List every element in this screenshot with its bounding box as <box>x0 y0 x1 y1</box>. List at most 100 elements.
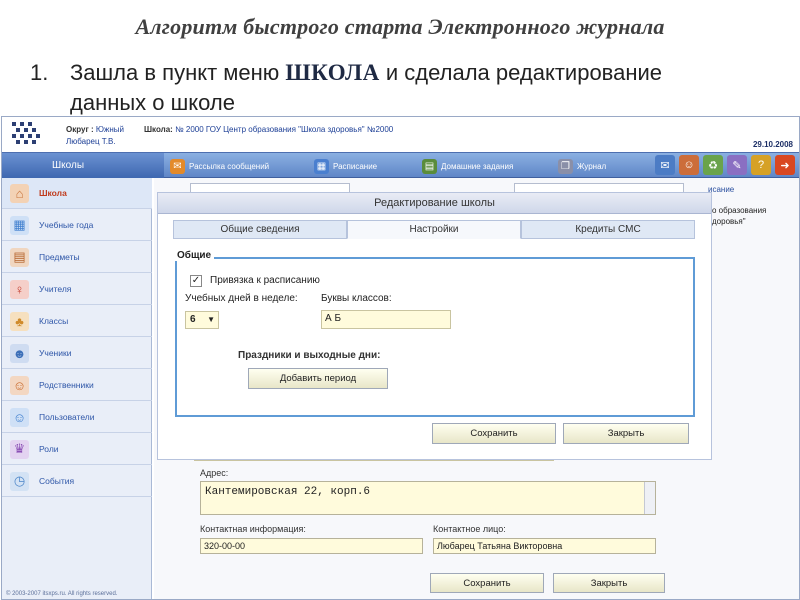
slide-step-text: 1. Зашла в пункт меню ШКОЛА и сделала ред… <box>30 58 770 118</box>
logo-dot <box>28 122 32 126</box>
dialog-tabs: Общие сведения Настройки Кредиты СМС <box>173 220 695 239</box>
tab-settings[interactable]: Настройки <box>347 220 521 239</box>
okrug-label: Округ : <box>66 125 94 134</box>
school-label: Школа: <box>144 125 173 134</box>
edit-school-dialog: Редактирование школы Общие сведения Наст… <box>157 192 712 460</box>
journal-icon: ❐ <box>558 158 573 174</box>
roles-icon: ♛ <box>10 439 29 459</box>
close-button[interactable]: Закрыть <box>553 573 665 593</box>
sidebar-item-subjects[interactable]: ▤ Предметы <box>2 242 152 273</box>
sidebar-item-label: Ученики <box>39 348 72 358</box>
days-value: 6 <box>190 314 196 325</box>
school-icon: ⌂ <box>10 183 29 203</box>
letters-label: Буквы классов: <box>321 293 392 304</box>
teacher-icon: ♀ <box>10 279 29 299</box>
textarea-scrollbar[interactable] <box>644 482 655 514</box>
nav-item-label: Расписание <box>333 161 378 171</box>
logo-dot <box>24 128 28 132</box>
step-text-after: и сделала редактирование <box>385 60 663 85</box>
envelope-icon: ✉ <box>170 158 185 174</box>
save-button[interactable]: Сохранить <box>430 573 544 593</box>
contact-person-field[interactable]: Любарец Татьяна Викторовна <box>433 538 656 554</box>
dialog-save-button[interactable]: Сохранить <box>432 423 556 444</box>
exit-icon[interactable]: ➜ <box>775 155 795 175</box>
slide-title: Алгоритм быстрого старта Электронного жу… <box>135 14 665 39</box>
step-number: 1. <box>30 60 49 85</box>
bg-column-text: о образования <box>712 206 767 215</box>
sidebar-item-label: Пользователи <box>39 412 95 422</box>
help-icon[interactable]: ? <box>751 155 771 175</box>
events-icon: ◷ <box>10 471 29 491</box>
nav-item-messages[interactable]: ✉ Рассылка сообщений <box>170 157 269 175</box>
days-select[interactable]: 6 ▼ <box>185 311 219 329</box>
contact-info-label: Контактная информация: <box>200 524 306 534</box>
sidebar-item-label: Учебные года <box>39 220 94 230</box>
logo-dot <box>28 134 32 138</box>
sidebar-item-school[interactable]: ⌂ Школа <box>2 178 152 209</box>
sidebar-item-classes[interactable]: ♣ Классы <box>2 306 152 337</box>
copyright: © 2003-2007 itsxps.ru. All rights reserv… <box>6 591 118 597</box>
dialog-title: Редактирование школы <box>158 193 711 214</box>
logo-dot <box>20 122 24 126</box>
books-icon: ▤ <box>10 247 29 267</box>
users-icon[interactable]: ☺ <box>679 155 699 175</box>
logo-dot <box>32 140 36 144</box>
tab-sms-credits[interactable]: Кредиты СМС <box>521 220 695 239</box>
contact-info-field[interactable]: 320-00-00 <box>200 538 423 554</box>
okrug-info: Округ : Южный <box>66 125 124 134</box>
bg-column-text: доровья" <box>712 217 746 226</box>
sidebar-item-users[interactable]: ☺ Пользователи <box>2 402 152 433</box>
nav-item-homework[interactable]: ▤ Домашние задания <box>422 157 513 175</box>
nav-item-journal[interactable]: ❐ Журнал <box>558 157 606 175</box>
mail-icon[interactable]: ✉ <box>655 155 675 175</box>
letters-field[interactable]: А Б <box>321 310 451 329</box>
nav-item-label: Журнал <box>577 161 607 171</box>
student-icon: ☻ <box>10 343 29 363</box>
sidebar: ⌂ Школа ▦ Учебные года ▤ Предметы ♀ Учит… <box>2 178 152 599</box>
contact-person-label: Контактное лицо: <box>433 524 506 534</box>
school-value: № 2000 ГОУ Центр образования "Школа здор… <box>175 125 394 134</box>
school-info: Школа: № 2000 ГОУ Центр образования "Шко… <box>144 125 393 134</box>
address-field[interactable]: Кантемировская 22, корп.6 <box>200 481 656 515</box>
nav-item-schedule[interactable]: ▦ Расписание <box>314 157 377 175</box>
sidebar-item-events[interactable]: ◷ События <box>2 466 152 497</box>
logo-dot <box>36 134 40 138</box>
trash-icon[interactable]: ♻ <box>703 155 723 175</box>
nav-item-label: Домашние задания <box>441 161 514 171</box>
sidebar-item-roles[interactable]: ♛ Роли <box>2 434 152 465</box>
step-text-before: Зашла в пункт меню <box>70 60 280 85</box>
sidebar-item-years[interactable]: ▦ Учебные года <box>2 210 152 241</box>
schedule-checkbox[interactable]: ✓ <box>190 275 202 287</box>
sidebar-item-label: Учителя <box>39 284 72 294</box>
dialog-close-button[interactable]: Закрыть <box>563 423 689 444</box>
sidebar-item-label: Классы <box>39 316 69 326</box>
sidebar-item-label: События <box>39 476 75 486</box>
step-keyword: ШКОЛА <box>285 60 380 85</box>
main-nav: Школы ✉ Рассылка сообщений ▦ Расписание … <box>2 152 799 178</box>
sidebar-item-label: Родственники <box>39 380 94 390</box>
sidebar-item-label: Роли <box>39 444 59 454</box>
user-name[interactable]: Любарец Т.В. <box>66 137 116 146</box>
relatives-icon: ☺ <box>10 375 29 395</box>
logo-dot <box>12 134 16 138</box>
sidebar-item-teachers[interactable]: ♀ Учителя <box>2 274 152 305</box>
tab-general[interactable]: Общие сведения <box>173 220 347 239</box>
address-label: Адрес: <box>200 468 229 478</box>
sidebar-item-label: Школа <box>39 188 67 198</box>
sidebar-item-relatives[interactable]: ☺ Родственники <box>2 370 152 401</box>
logo-dot <box>12 122 16 126</box>
chevron-down-icon: ▼ <box>207 315 215 324</box>
okrug-value: Южный <box>95 125 124 134</box>
logo-icon <box>10 120 42 148</box>
calendar-icon: ▦ <box>10 215 29 235</box>
logo-dot <box>16 140 20 144</box>
logo-dot <box>32 128 36 132</box>
add-period-button[interactable]: Добавить период <box>248 368 388 389</box>
nav-schools[interactable]: Школы <box>2 153 164 178</box>
nav-item-label: Рассылка сообщений <box>189 161 270 171</box>
sidebar-item-students[interactable]: ☻ Ученики <box>2 338 152 369</box>
sidebar-item-label: Предметы <box>39 252 80 262</box>
tools-icon[interactable]: ✎ <box>727 155 747 175</box>
days-label: Учебных дней в неделе: <box>185 293 298 304</box>
step-text-line2: данных о школе <box>70 90 235 115</box>
